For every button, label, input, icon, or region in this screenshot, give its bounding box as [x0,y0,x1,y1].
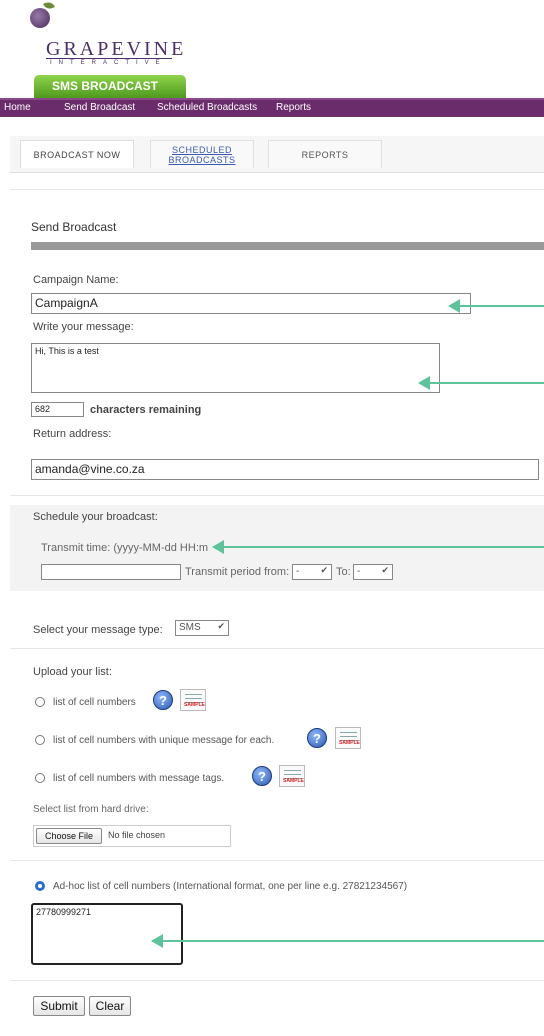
tab-bar: BROADCAST NOW SCHEDULED BROADCASTS REPOR… [10,136,544,173]
campaign-name-input[interactable]: CampaignA [31,293,471,314]
return-address-label: Return address: [33,428,112,440]
no-file-chosen-text: No file chosen [108,830,166,840]
choose-file-button[interactable]: Choose File [36,828,102,844]
brand-tagline: INTERACTIVE [50,60,167,66]
message-type-label: Select your message type: [33,624,163,636]
annotation-arrow [418,376,544,390]
schedule-title: Schedule your broadcast: [33,511,158,523]
nav-reports[interactable]: Reports [276,102,311,113]
nav-scheduled-broadcasts[interactable]: Scheduled Broadcasts [157,102,257,113]
sample-file-label: SAMPLE [283,778,304,784]
transmit-from-select[interactable]: - ✔ [292,564,332,580]
section-title: Send Broadcast [31,220,117,234]
grape-logo-icon [30,8,50,28]
radio-list-message-tags[interactable] [35,773,45,783]
transmit-from-value: - [296,566,300,577]
message-type-value: SMS [179,622,201,633]
chevron-down-icon: ✔ [381,565,389,575]
transmit-to-select[interactable]: - ✔ [353,564,393,580]
transmit-period-label: Transmit period from: [185,566,290,578]
divider [10,495,544,496]
help-icon[interactable]: ? [153,690,173,710]
sample-file-label: SAMPLE [184,702,205,708]
section-title-bar [31,242,544,250]
help-icon[interactable]: ? [252,766,272,786]
transmit-to-label: To: [336,566,351,578]
chars-remaining-field: 682 [31,402,84,417]
clear-button[interactable]: Clear [89,996,131,1016]
tab-scheduled-broadcasts[interactable]: SCHEDULED BROADCASTS [150,140,254,168]
message-label: Write your message: [33,321,134,333]
brand-underline [46,58,172,59]
campaign-name-label: Campaign Name: [33,274,119,286]
return-address-input[interactable]: amanda@vine.co.za [31,459,539,480]
adhoc-label: Ad-hoc list of cell numbers (Internation… [53,881,408,892]
top-nav: Home Send Broadcast Scheduled Broadcasts… [0,98,544,117]
annotation-arrow [212,540,544,554]
transmit-time-input[interactable] [41,564,181,580]
option-label: list of cell numbers with unique message… [53,735,275,746]
divider [10,189,544,190]
tab-reports[interactable]: REPORTS [268,140,382,168]
annotation-arrow [448,299,544,313]
radio-adhoc-list[interactable] [35,881,45,891]
help-icon[interactable]: ? [307,728,327,748]
message-type-select[interactable]: SMS ✔ [175,620,229,636]
tab-broadcast-now[interactable]: BROADCAST NOW [20,140,134,168]
option-label: list of cell numbers [53,697,136,708]
radio-list-cell-numbers[interactable] [35,697,45,707]
nav-send-broadcast[interactable]: Send Broadcast [64,102,135,113]
header: GRAPEVINE INTERACTIVE SMS BROADCAST [0,0,544,98]
product-tab[interactable]: SMS BROADCAST [34,75,186,98]
radio-list-unique-message[interactable] [35,735,45,745]
tab-scheduled-line1: SCHEDULED [171,145,232,155]
file-select-label: Select list from hard drive: [33,804,149,815]
chars-remaining-label: characters remaining [90,404,202,416]
chevron-down-icon: ✔ [217,621,225,631]
sample-file-icon[interactable]: SAMPLE [335,727,361,749]
file-input[interactable]: Choose File No file chosen [33,825,231,847]
upload-title: Upload your list: [33,666,112,678]
sample-file-icon[interactable]: SAMPLE [180,689,206,711]
sample-file-label: SAMPLE [339,740,360,746]
annotation-arrow [151,934,544,948]
transmit-to-value: - [357,566,361,577]
divider [10,980,544,981]
transmit-time-label: Transmit time: (yyyy-MM-dd HH:m [41,542,209,554]
submit-button[interactable]: Submit [33,996,85,1016]
divider [10,648,544,649]
sample-file-icon[interactable]: SAMPLE [279,765,305,787]
divider [10,860,544,861]
nav-home[interactable]: Home [4,102,31,113]
option-label: list of cell numbers with message tags. [53,773,225,784]
message-textarea[interactable]: Hi, This is a test [31,343,440,393]
tab-scheduled-line2: BROADCASTS [168,155,236,165]
chevron-down-icon: ✔ [320,565,328,575]
